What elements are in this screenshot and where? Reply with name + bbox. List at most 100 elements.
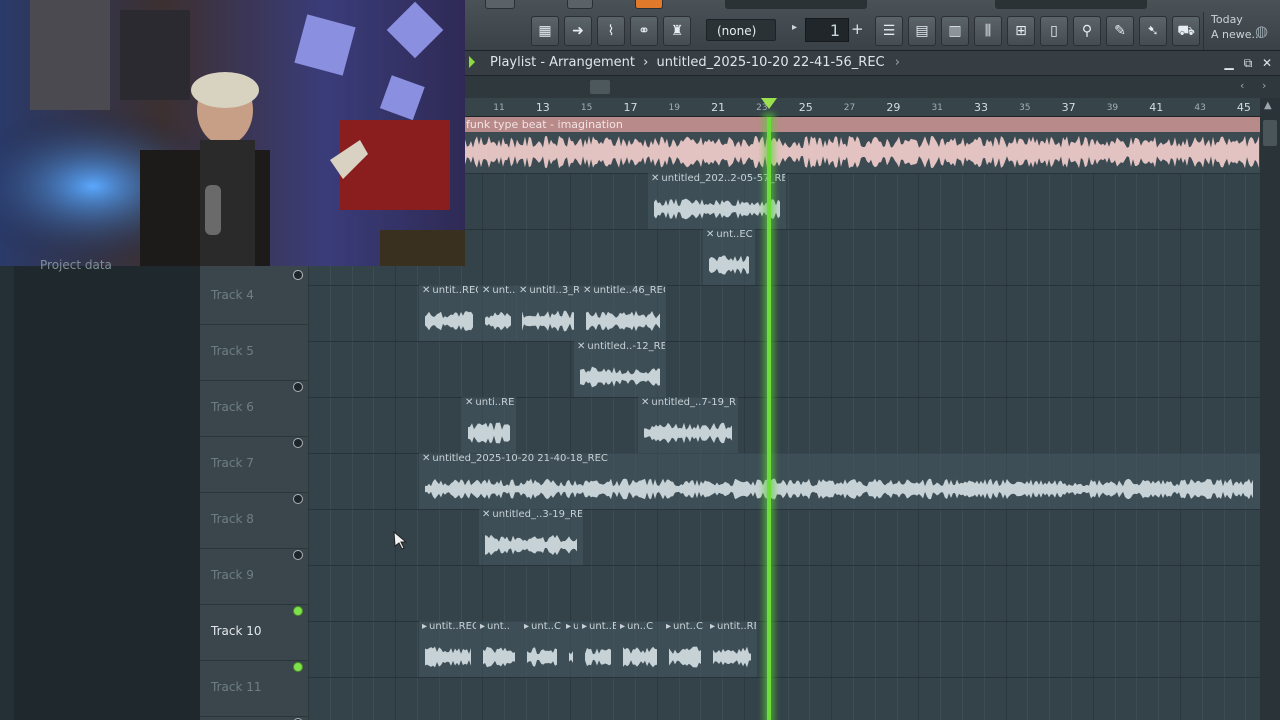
audio-clip[interactable]: ▸ unt..C bbox=[663, 621, 707, 677]
clip-close-icon[interactable]: ✕ bbox=[422, 285, 430, 296]
track-header[interactable]: Track 5 bbox=[200, 324, 308, 392]
track-name: Track 8 bbox=[211, 512, 254, 526]
playlist-icon[interactable]: ☰ bbox=[875, 16, 903, 46]
pattern-number[interactable]: 1 bbox=[805, 18, 849, 42]
track-header[interactable]: Track 7 bbox=[200, 436, 308, 504]
vertical-scroll-thumb[interactable] bbox=[1263, 120, 1277, 146]
track-header[interactable]: Track 8 bbox=[200, 492, 308, 560]
audio-clip[interactable]: ✕ untitled_202..2-05-57_REC bbox=[648, 173, 786, 229]
scroll-right-icon[interactable]: › bbox=[1262, 79, 1266, 92]
breadcrumb-arrow-icon[interactable]: › bbox=[895, 55, 900, 70]
grid-line bbox=[787, 117, 789, 720]
globe-icon[interactable]: ◍ bbox=[1255, 22, 1268, 40]
channel-rack-icon[interactable]: ▥ bbox=[941, 16, 969, 46]
record-indicator[interactable] bbox=[635, 0, 663, 9]
news-panel[interactable]: Today A newe... bbox=[1203, 12, 1280, 50]
audio-clip[interactable]: ▸ unt.. bbox=[477, 621, 521, 677]
clip-play-icon[interactable]: ▸ bbox=[480, 621, 485, 632]
clip-title: ▸ unt..C bbox=[666, 621, 706, 632]
track-name: Track 6 bbox=[211, 400, 254, 414]
clip-play-icon[interactable]: ▸ bbox=[566, 621, 571, 632]
clip-play-icon[interactable]: ▸ bbox=[710, 621, 715, 632]
arrow-right-icon[interactable]: ➜ bbox=[564, 16, 592, 46]
clip-close-icon[interactable]: ✕ bbox=[583, 285, 591, 296]
clip-close-icon[interactable]: ✕ bbox=[641, 397, 649, 408]
plugin-icon[interactable]: ⚲ bbox=[1073, 16, 1101, 46]
waveform bbox=[644, 422, 732, 444]
link-icon[interactable]: ⚭ bbox=[630, 16, 658, 46]
grid-line bbox=[1136, 117, 1138, 720]
audio-clip[interactable]: ✕ untit..REC bbox=[419, 285, 479, 341]
scroll-up-icon[interactable]: ▲ bbox=[1264, 100, 1272, 111]
audio-clip[interactable]: ✕untitled_..7-19_REC bbox=[638, 397, 738, 453]
audio-clip[interactable]: ▸ un..C bbox=[617, 621, 663, 677]
toolbar-top-button[interactable] bbox=[485, 0, 515, 9]
scroll-left-icon[interactable]: ‹ bbox=[1240, 79, 1244, 92]
waveform bbox=[425, 311, 473, 331]
clip-close-icon[interactable]: ✕ bbox=[465, 397, 473, 408]
clip-play-icon[interactable]: ▸ bbox=[582, 621, 587, 632]
audio-clip[interactable]: ✕ unt..EC bbox=[703, 229, 755, 285]
track-header[interactable]: Track 4 bbox=[200, 268, 308, 325]
pattern-prev-icon[interactable]: ▸ bbox=[792, 22, 797, 33]
audio-clip[interactable]: ▸ u bbox=[563, 621, 579, 677]
audio-clip[interactable]: ▸ unt..C bbox=[521, 621, 563, 677]
audio-clip[interactable]: ▸untit..REC bbox=[419, 621, 477, 677]
piano-roll-icon[interactable]: ▤ bbox=[908, 16, 936, 46]
clip-play-icon[interactable]: ▸ bbox=[620, 621, 625, 632]
mixer-icon[interactable]: ⫼ bbox=[974, 16, 1002, 46]
horizontal-scroll-bar[interactable] bbox=[465, 76, 1280, 98]
grid-line bbox=[1071, 117, 1072, 720]
clip-label: untitled_..3-19_REC bbox=[492, 509, 582, 520]
track-header[interactable]: Track 11 bbox=[200, 660, 308, 720]
metronome-icon[interactable]: ♜ bbox=[663, 16, 691, 46]
grid-line bbox=[1245, 117, 1247, 720]
track-header[interactable]: Track 6 bbox=[200, 380, 308, 448]
clip-close-icon[interactable]: ✕ bbox=[577, 341, 585, 352]
audio-clip[interactable]: ✕ untitled_2025-10-20 21-40-18_REC bbox=[419, 453, 1260, 509]
pattern-select[interactable]: (none) bbox=[706, 19, 776, 41]
track-mute-led[interactable] bbox=[293, 270, 303, 280]
play-icon[interactable] bbox=[469, 56, 475, 68]
stamp-icon[interactable]: ➷ bbox=[1139, 16, 1167, 46]
clip-close-icon[interactable]: ✕ bbox=[422, 453, 430, 464]
restore-icon[interactable]: ⧉ bbox=[1240, 55, 1256, 71]
plus-icon[interactable]: + bbox=[851, 20, 864, 38]
pencil-icon[interactable]: ✎ bbox=[1106, 16, 1134, 46]
clip-close-icon[interactable]: ✕ bbox=[706, 229, 714, 240]
playhead-marker[interactable] bbox=[761, 98, 777, 109]
audio-clip-main[interactable]: funk type beat - imagination bbox=[465, 117, 1260, 173]
project-icon[interactable]: ▯ bbox=[1040, 16, 1068, 46]
audio-clip[interactable]: ✕untitled..-12_REC bbox=[574, 341, 666, 397]
grid-line bbox=[1049, 117, 1051, 720]
clip-play-icon[interactable]: ▸ bbox=[666, 621, 671, 632]
audio-clip[interactable]: ✕ untitle..46_REC bbox=[580, 285, 666, 341]
clip-close-icon[interactable]: ✕ bbox=[482, 285, 490, 296]
horizontal-scroll-thumb[interactable] bbox=[590, 80, 610, 94]
browser-item-project-data[interactable]: Project data bbox=[40, 258, 112, 272]
clip-close-icon[interactable]: ✕ bbox=[482, 509, 490, 520]
typing-keyboard-icon[interactable]: ▦ bbox=[531, 16, 559, 46]
clip-play-icon[interactable]: ▸ bbox=[524, 621, 529, 632]
close-icon[interactable]: ✕ bbox=[1259, 55, 1275, 71]
vertical-scroll-bar[interactable] bbox=[1260, 98, 1280, 720]
minimize-icon[interactable]: ▁ bbox=[1221, 55, 1237, 71]
toolbar-top-button[interactable] bbox=[567, 0, 593, 9]
audio-clip[interactable]: ✕ untitled_..3-19_REC bbox=[479, 509, 583, 565]
playhead[interactable] bbox=[767, 117, 771, 720]
clip-title: ✕ unt..EC bbox=[706, 229, 754, 240]
audio-clip[interactable]: ▸untit..REC bbox=[707, 621, 757, 677]
audio-clip[interactable]: ✕unti..REC bbox=[462, 397, 516, 453]
clip-close-icon[interactable]: ✕ bbox=[651, 173, 659, 184]
track-header[interactable]: Track 10 bbox=[200, 604, 308, 672]
clip-title: ▸ u bbox=[566, 621, 578, 632]
clip-play-icon[interactable]: ▸ bbox=[422, 621, 427, 632]
shop-icon[interactable]: ⛟ bbox=[1172, 16, 1200, 46]
clip-close-icon[interactable]: ✕ bbox=[519, 285, 527, 296]
audio-clip[interactable]: ✕ unt.. bbox=[479, 285, 517, 341]
browser-icon[interactable]: ⊞ bbox=[1007, 16, 1035, 46]
audio-clip[interactable]: ✕untitl..3_RE bbox=[516, 285, 580, 341]
track-header[interactable]: Track 9 bbox=[200, 548, 308, 616]
brush-icon[interactable]: ⌇ bbox=[597, 16, 625, 46]
audio-clip[interactable]: ▸ unt..E bbox=[579, 621, 617, 677]
